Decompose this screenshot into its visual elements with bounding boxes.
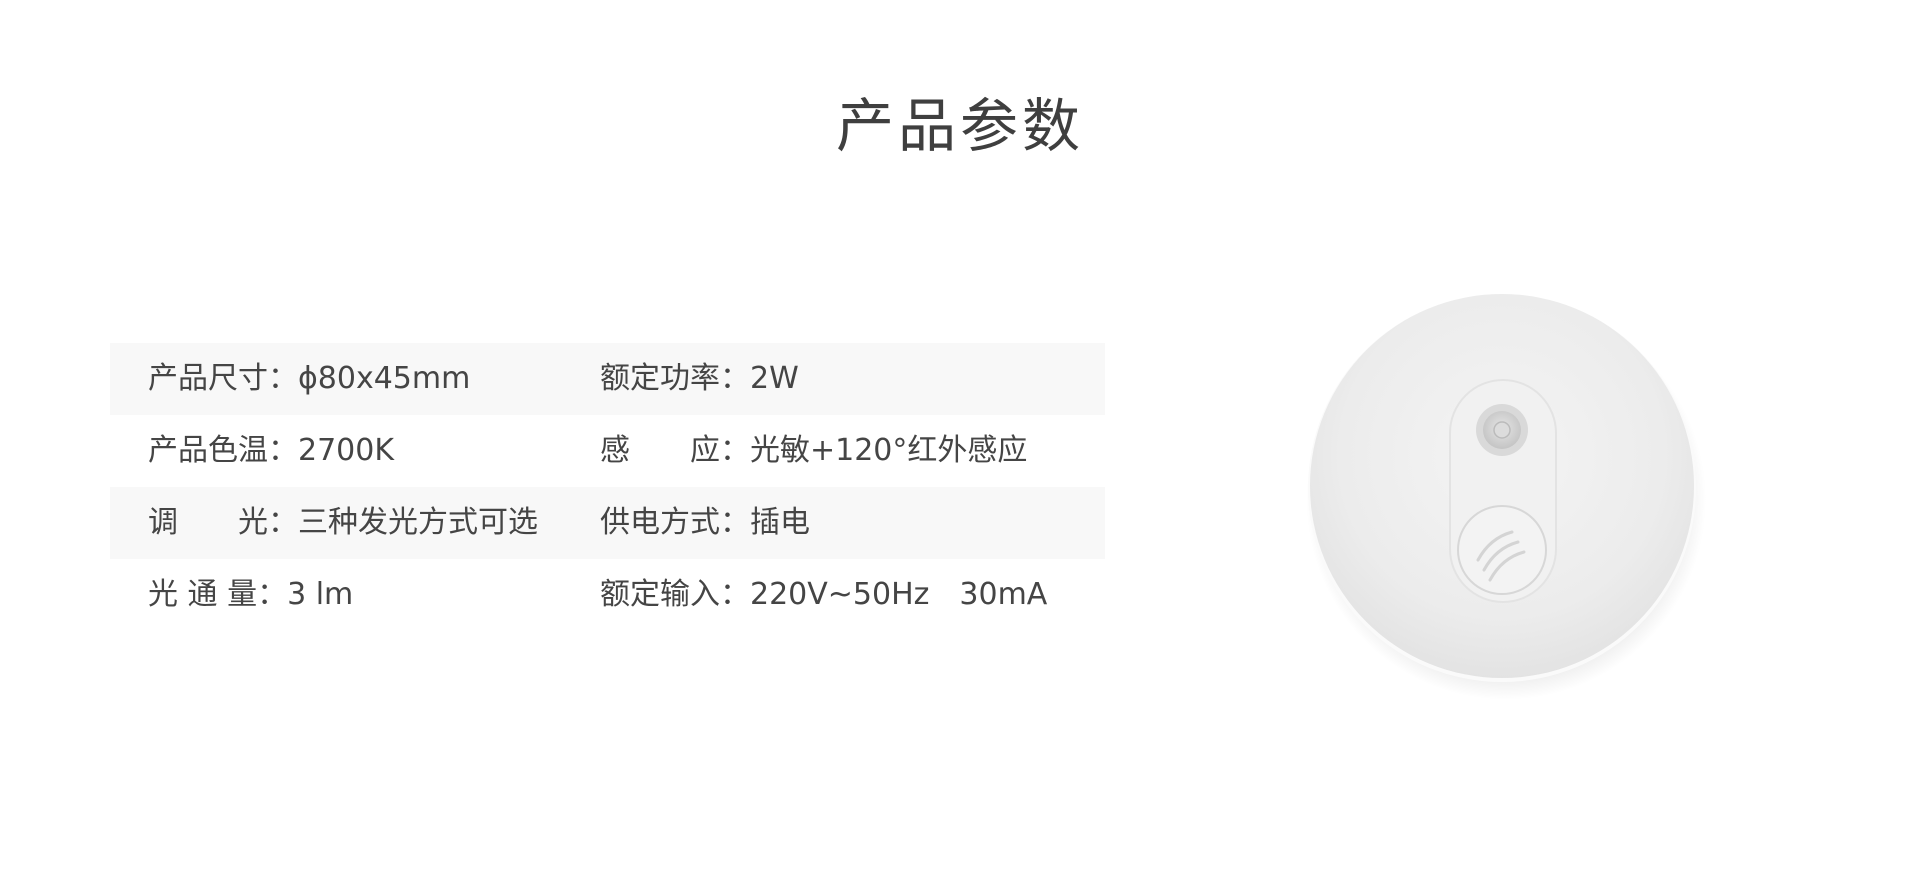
spec-row-3: 调 光：三种发光方式可选 供电方式：插电	[110, 487, 1105, 559]
spec-value: 插电	[750, 505, 810, 540]
spec-luminous-flux: 光 通 量：3 lm	[148, 559, 353, 631]
spec-power-supply: 供电方式：插电	[600, 487, 810, 559]
spec-value: ϕ80x45mm	[298, 361, 471, 396]
spec-value: 2W	[750, 361, 799, 396]
night-light-icon	[1306, 294, 1706, 700]
spec-label: 供电方式：	[600, 505, 750, 540]
spec-row-2: 产品色温：2700K 感 应：光敏+120°红外感应	[110, 415, 1105, 487]
spec-label: 额定功率：	[600, 361, 750, 396]
spec-value: 光敏+120°红外感应	[750, 433, 1028, 468]
spec-sensing: 感 应：光敏+120°红外感应	[600, 415, 1027, 487]
product-parameters-page: 产品参数 产品尺寸：ϕ80x45mm 额定功率：2W 产品色温：2700K 感 …	[0, 0, 1920, 890]
spec-row-1: 产品尺寸：ϕ80x45mm 额定功率：2W	[110, 343, 1105, 415]
spec-color-temperature: 产品色温：2700K	[148, 415, 394, 487]
spec-table: 产品尺寸：ϕ80x45mm 额定功率：2W 产品色温：2700K 感 应：光敏+…	[110, 343, 1105, 631]
spec-dimming: 调 光：三种发光方式可选	[148, 487, 538, 559]
spec-rated-input: 额定输入：220V~50Hz 30mA	[600, 559, 1047, 631]
spec-label: 额定输入：	[600, 577, 750, 612]
spec-label: 产品尺寸：	[148, 361, 298, 396]
spec-value: 2700K	[298, 433, 395, 468]
spec-label: 感 应：	[600, 433, 750, 468]
spec-label: 光 通 量：	[148, 577, 288, 612]
page-title: 产品参数	[835, 92, 1084, 160]
spec-power: 额定功率：2W	[600, 343, 799, 415]
spec-label: 调 光：	[148, 505, 298, 540]
spec-row-4: 光 通 量：3 lm 额定输入：220V~50Hz 30mA	[110, 559, 1105, 631]
spec-value: 3 lm	[287, 577, 354, 612]
spec-size: 产品尺寸：ϕ80x45mm	[148, 343, 470, 415]
spec-value: 三种发光方式可选	[298, 505, 538, 540]
spec-label: 产品色温：	[148, 433, 298, 468]
product-image	[1306, 292, 1706, 700]
spec-value: 220V~50Hz 30mA	[750, 577, 1048, 612]
